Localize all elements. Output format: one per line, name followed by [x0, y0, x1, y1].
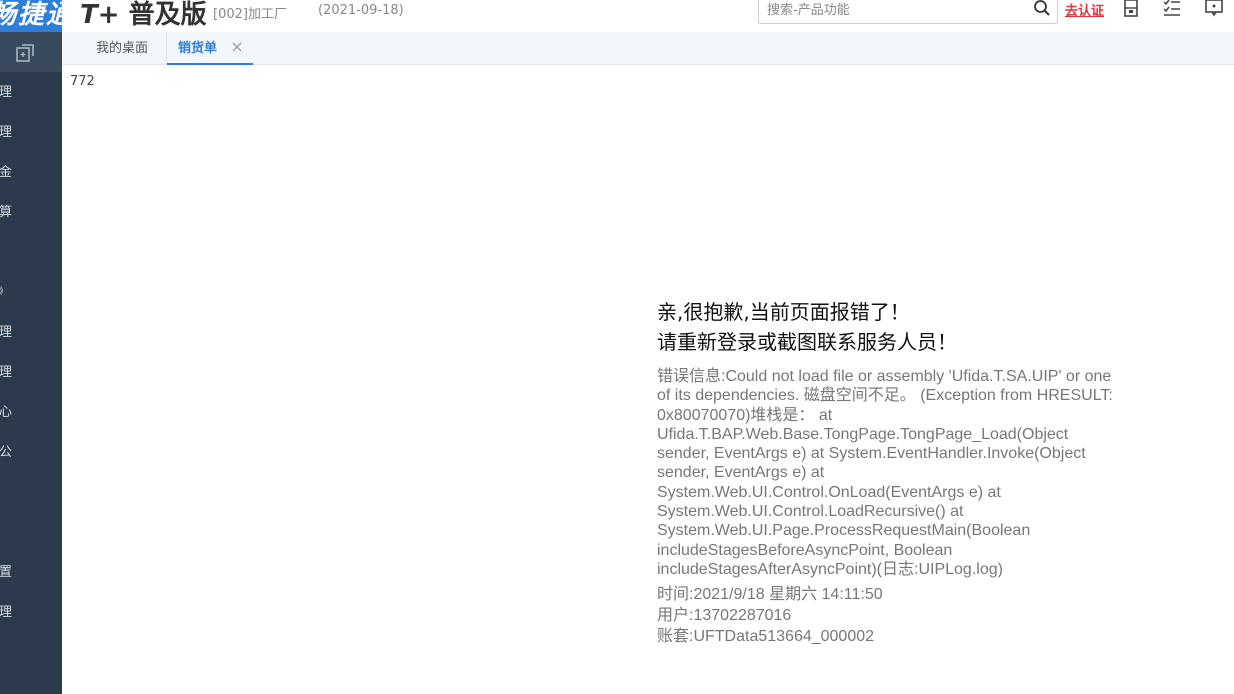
error-meta: 时间:2021/9/18 星期六 14:11:50 用户:13702287016…	[657, 584, 883, 647]
search-input[interactable]	[767, 1, 1027, 19]
search-icon[interactable]	[1033, 0, 1051, 17]
sidebar-top[interactable]	[0, 32, 62, 72]
sidebar-item[interactable]: 心	[0, 403, 62, 423]
sidebar: 理 理 金 算 》 理 理 心 公 置 理	[0, 32, 62, 694]
new-window-icon[interactable]	[16, 44, 34, 62]
sidebar-item-label: 理	[0, 125, 13, 140]
error-time: 时间:2021/9/18 星期六 14:11:50	[657, 586, 883, 603]
error-title-line1: 亲,很抱歉,当前页面报错了！	[657, 300, 910, 324]
brand-text: 畅捷通	[0, 0, 62, 30]
tab-label: 销货单	[178, 41, 218, 56]
error-title-line2: 请重新登录或截图联系服务人员！	[657, 330, 957, 354]
sidebar-item-label: 理	[0, 365, 13, 380]
sidebar-item-label: 金	[0, 165, 13, 180]
top-header: 畅捷通 T+ 普及版 [002]加工厂 (2021-09-18) 去认证	[0, 0, 1234, 32]
close-icon[interactable]	[231, 41, 243, 53]
error-user: 用户:13702287016	[657, 607, 792, 624]
content-area: 772 亲,很抱歉,当前页面报错了！ 请重新登录或截图联系服务人员！ 错误信息:…	[62, 65, 1234, 694]
sidebar-item[interactable]: 算	[0, 203, 62, 223]
sidebar-item-label: 公	[0, 445, 13, 460]
sidebar-item-label: 置	[0, 565, 13, 580]
sidebar-item[interactable]: 》	[0, 282, 62, 302]
tab-sales-order[interactable]: 销货单	[166, 32, 253, 65]
sidebar-item-label: 理	[0, 605, 13, 620]
tab-my-desktop[interactable]: 我的桌面	[96, 32, 148, 64]
page-code: 772	[70, 74, 95, 89]
sidebar-item[interactable]: 理	[0, 363, 62, 383]
error-account: 账套:UFTData513664_000002	[657, 628, 875, 645]
verify-link[interactable]: 去认证	[1065, 0, 1104, 19]
sidebar-item[interactable]: 金	[0, 163, 62, 183]
logo-sub: 普及版	[128, 0, 207, 30]
message-icon[interactable]	[1204, 0, 1224, 18]
error-detail: 错误信息:Could not load file or assembly 'Uf…	[657, 368, 1113, 578]
sidebar-item-label: 理	[0, 325, 13, 340]
sidebar-item[interactable]: 理	[0, 123, 62, 143]
company-name[interactable]: [002]加工厂	[213, 3, 287, 22]
sidebar-item[interactable]: 公	[0, 443, 62, 463]
tab-bar: 我的桌面 销货单	[62, 32, 1234, 65]
sidebar-item-label: 心	[0, 405, 13, 420]
tab-label: 我的桌面	[96, 41, 149, 56]
search-box[interactable]	[758, 0, 1058, 24]
login-date: (2021-09-18)	[318, 3, 404, 18]
task-list-icon[interactable]	[1162, 0, 1182, 18]
logo-main: T+	[80, 0, 120, 30]
sidebar-item[interactable]: 理	[0, 323, 62, 343]
sidebar-item-label: 算	[0, 205, 13, 220]
sidebar-item[interactable]: 理	[0, 83, 62, 103]
sidebar-item[interactable]: 理	[0, 603, 62, 623]
error-title: 亲,很抱歉,当前页面报错了！ 请重新登录或截图联系服务人员！	[657, 297, 957, 357]
calculator-icon[interactable]	[1121, 0, 1141, 18]
sidebar-item-label: 》	[0, 287, 8, 297]
brand-logo[interactable]: 畅捷通	[0, 0, 62, 32]
sidebar-item-label: 理	[0, 85, 13, 100]
sidebar-item[interactable]: 置	[0, 563, 62, 583]
product-logo: T+ 普及版	[80, 0, 207, 31]
